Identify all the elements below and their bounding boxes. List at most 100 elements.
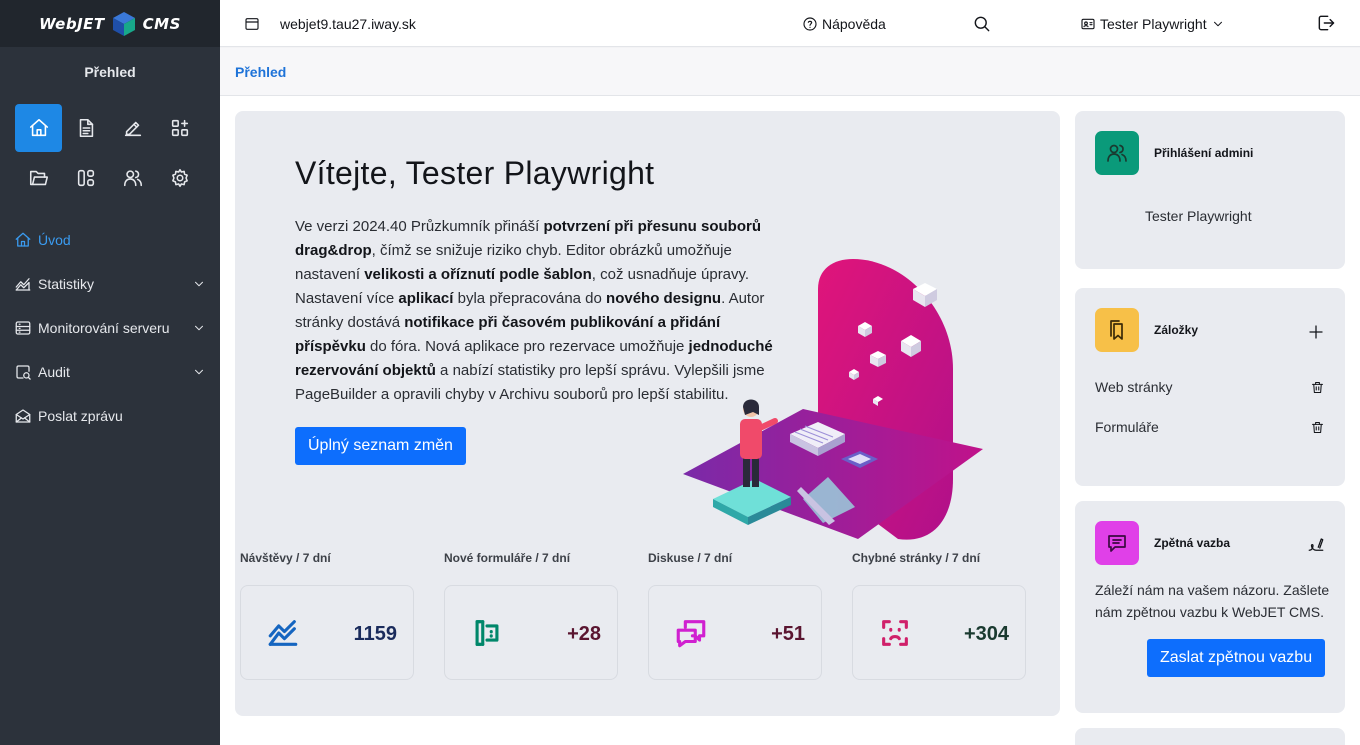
sidebar-item-label: Statistiky [38, 276, 95, 292]
stat-forms[interactable]: Nové formuláře / 7 dní +28 [444, 551, 618, 680]
stat-visits[interactable]: Návštěvy / 7 dní 1159 [240, 551, 414, 680]
chart-line-icon [268, 620, 298, 646]
full-changelog-button[interactable]: Úplný seznam změn [295, 427, 466, 465]
audit-icon [16, 365, 31, 380]
apps-icon [171, 119, 188, 137]
stat-value: +51 [771, 623, 805, 645]
feedback-text: Záleží nám na vašem názoru. Zašlete nám … [1095, 582, 1330, 620]
help-circle-icon [803, 16, 817, 31]
topbar: webjet9.tau27.iway.sk Nápověda Tester Pl… [220, 0, 1360, 47]
card-icon-box [1095, 308, 1139, 352]
document-icon [79, 118, 93, 138]
stat-discussions[interactable]: Diskuse / 7 dní +51 [648, 551, 822, 680]
help-link[interactable]: Nápověda [802, 0, 886, 47]
module-edit-button[interactable] [109, 104, 156, 152]
breadcrumb-bar: Přehled [220, 48, 1360, 96]
module-settings-button[interactable] [156, 154, 203, 202]
sidebar-item-monitoring[interactable]: Monitorování serveru [0, 306, 220, 350]
logo-text-left: WebJET [39, 14, 105, 33]
chart-icon [15, 278, 31, 291]
module-pages-button[interactable] [62, 104, 109, 152]
stat-error-pages[interactable]: Chybné stránky / 7 dní +304 [852, 551, 1026, 680]
sidebar-nav: Úvod Statistiky Monitorování serveru Aud… [0, 218, 220, 438]
logout-icon [1318, 15, 1335, 31]
chevron-down-icon [1213, 21, 1222, 26]
module-apps-button[interactable] [156, 104, 203, 152]
logo[interactable]: WebJET CMS [0, 0, 220, 47]
edit-icon [124, 121, 141, 137]
breadcrumb[interactable]: Přehled [235, 64, 286, 80]
chevron-down-icon [195, 369, 203, 375]
add-bookmark-button[interactable] [1307, 323, 1325, 346]
domain-selector[interactable]: webjet9.tau27.iway.sk [244, 0, 416, 47]
card-icon-box [1095, 131, 1139, 175]
trash-icon[interactable] [1310, 380, 1325, 395]
stat-card: +304 [852, 585, 1026, 680]
card-header: Přihlášení admini [1095, 131, 1253, 175]
settings-icon [171, 168, 188, 188]
module-users-button[interactable] [109, 154, 156, 202]
sidebar: WebJET CMS Přehled Úvod Statistiky Monit… [0, 0, 220, 745]
stat-label: Diskuse / 7 dní [648, 551, 733, 565]
bookmark-item[interactable]: Formuláře [1095, 419, 1325, 435]
users-icon [1107, 144, 1127, 162]
message-icon [1108, 535, 1126, 552]
card-header: Záložky [1095, 308, 1198, 352]
bookmark-label: Web stránky [1095, 379, 1173, 395]
sidebar-item-label: Úvod [38, 232, 71, 248]
stat-card: +51 [648, 585, 822, 680]
module-templates-button[interactable] [62, 154, 109, 202]
user-menu[interactable]: Tester Playwright [1080, 0, 1225, 47]
sidebar-item-label: Audit [38, 364, 70, 380]
chevron-down-icon [195, 325, 203, 331]
home-icon [29, 118, 48, 137]
users-icon [123, 170, 142, 187]
module-files-button[interactable] [15, 154, 62, 202]
folder-icon [29, 170, 48, 186]
admin-user-name[interactable]: Tester Playwright [1145, 208, 1252, 224]
stat-value: +28 [567, 623, 601, 645]
signature-icon [1308, 538, 1324, 551]
sidebar-item-audit[interactable]: Audit [0, 350, 220, 394]
search-icon [974, 16, 990, 32]
card-title: Zpětná vazba [1154, 536, 1231, 550]
domain-label: webjet9.tau27.iway.sk [280, 15, 416, 32]
search-button[interactable] [972, 14, 992, 37]
admin-login-card: Přihlášení admini Tester Playwright [1075, 111, 1345, 269]
card-icon-box [1095, 521, 1139, 565]
card-title: Záložky [1154, 323, 1199, 337]
sidebar-item-label: Monitorování serveru [38, 320, 170, 336]
bookmark-label: Formuláře [1095, 419, 1159, 435]
card-title: Přihlášení admini [1154, 146, 1254, 160]
form-icon [475, 620, 499, 646]
card-header: Zpětná vazba [1095, 521, 1230, 565]
chevron-down-icon [195, 281, 203, 287]
send-feedback-button[interactable]: Zaslat zpětnou vazbu [1147, 639, 1326, 677]
id-card-icon [1081, 18, 1095, 29]
logo-cube-icon [112, 11, 135, 36]
module-icon-grid [15, 104, 205, 202]
stat-card: 1159 [240, 585, 414, 680]
window-icon [245, 17, 259, 30]
logout-button[interactable] [1316, 13, 1336, 36]
bookmarks-card: Záložky Web stránky Formuláře [1075, 288, 1345, 486]
stat-value: +304 [963, 623, 1009, 645]
stat-label: Nové formuláře / 7 dní [444, 551, 571, 565]
module-home-button[interactable] [15, 104, 62, 152]
welcome-title: Vítejte, Tester Playwright [295, 155, 655, 191]
bookmark-item[interactable]: Web stránky [1095, 379, 1325, 395]
stat-card: +28 [444, 585, 618, 680]
error-face-icon [882, 620, 908, 646]
sidebar-item-statistiky[interactable]: Statistiky [0, 262, 220, 306]
trash-icon[interactable] [1310, 420, 1325, 435]
welcome-illustration [683, 259, 983, 540]
sidebar-item-poslat-zpravu[interactable]: Poslat zprávu [0, 394, 220, 438]
feedback-sign-button[interactable] [1307, 536, 1325, 559]
home-icon [15, 232, 31, 247]
stat-label: Návštěvy / 7 dní [240, 551, 331, 565]
discussion-icon [676, 620, 706, 648]
sidebar-item-uvod[interactable]: Úvod [0, 218, 220, 262]
mail-icon [15, 409, 31, 423]
bookmarks-icon [1110, 320, 1123, 340]
main-content: Vítejte, Tester Playwright Ve verzi 2024… [220, 96, 1360, 745]
